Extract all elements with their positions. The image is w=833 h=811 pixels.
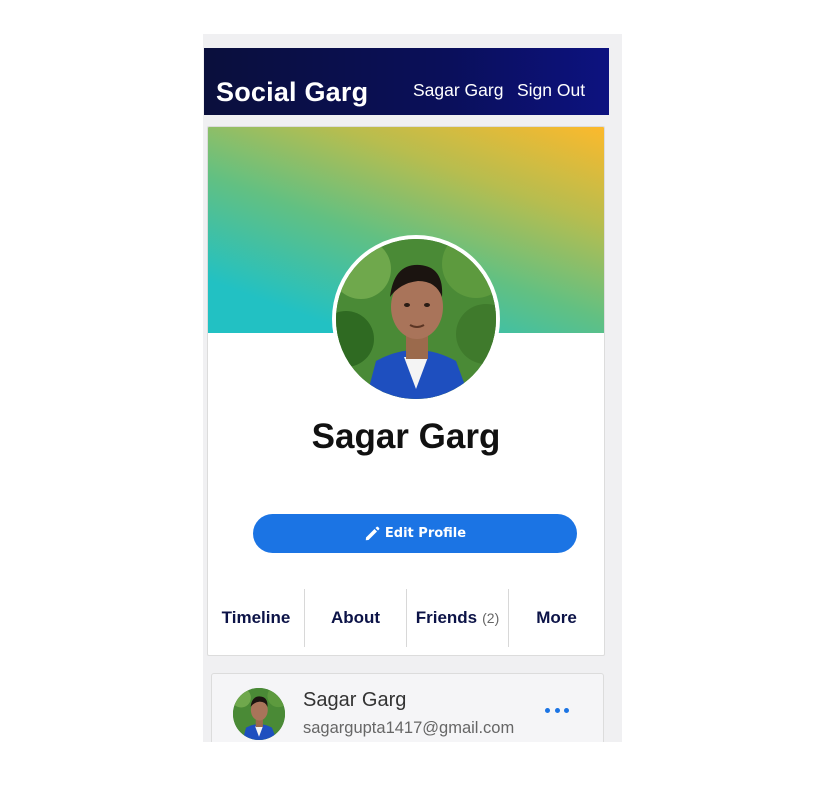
sign-out-link[interactable]: Sign Out (517, 80, 585, 101)
top-navbar: Social Garg Sagar Garg Sign Out (204, 48, 609, 115)
pencil-icon (364, 526, 380, 542)
app-frame: Social Garg Sagar Garg Sign Out Sagar Ga… (203, 34, 622, 742)
post-author-name[interactable]: Sagar Garg (303, 689, 406, 712)
edit-profile-label: Edit Profile (384, 526, 467, 541)
post-card: Sagar Garg sagargupta1417@gmail.com (211, 673, 604, 742)
dot (564, 707, 569, 713)
tab-label: About (330, 608, 381, 627)
dot (554, 707, 560, 713)
nav-user-link[interactable]: Sagar Garg (413, 80, 503, 101)
tab-label: More (536, 608, 577, 627)
tab-label: Timeline (221, 608, 291, 627)
post-author-avatar[interactable] (233, 688, 285, 740)
tab-timeline[interactable]: Timeline (208, 589, 304, 647)
friends-count: (2) (482, 610, 500, 626)
avatar-photo-icon (233, 688, 285, 740)
tab-label: Friends (415, 608, 478, 627)
tab-more[interactable]: More (509, 589, 604, 647)
more-dots-icon[interactable] (545, 700, 569, 720)
edit-profile-button[interactable]: Edit Profile (253, 514, 577, 553)
profile-name: Sagar Garg (311, 417, 501, 456)
profile-card: Sagar Garg Edit Profile Timeline About F… (207, 126, 605, 656)
tab-friends[interactable]: Friends (2) (407, 589, 508, 647)
profile-avatar-frame (332, 235, 500, 403)
tab-about[interactable]: About (305, 589, 406, 647)
post-author-email: sagargupta1417@gmail.com (303, 719, 515, 737)
dot (545, 707, 550, 713)
brand-logo[interactable]: Social Garg (216, 77, 368, 108)
profile-tabs: Timeline About Friends (2) More (208, 589, 604, 647)
avatar-photo-icon (336, 239, 496, 399)
profile-avatar[interactable] (336, 239, 496, 399)
